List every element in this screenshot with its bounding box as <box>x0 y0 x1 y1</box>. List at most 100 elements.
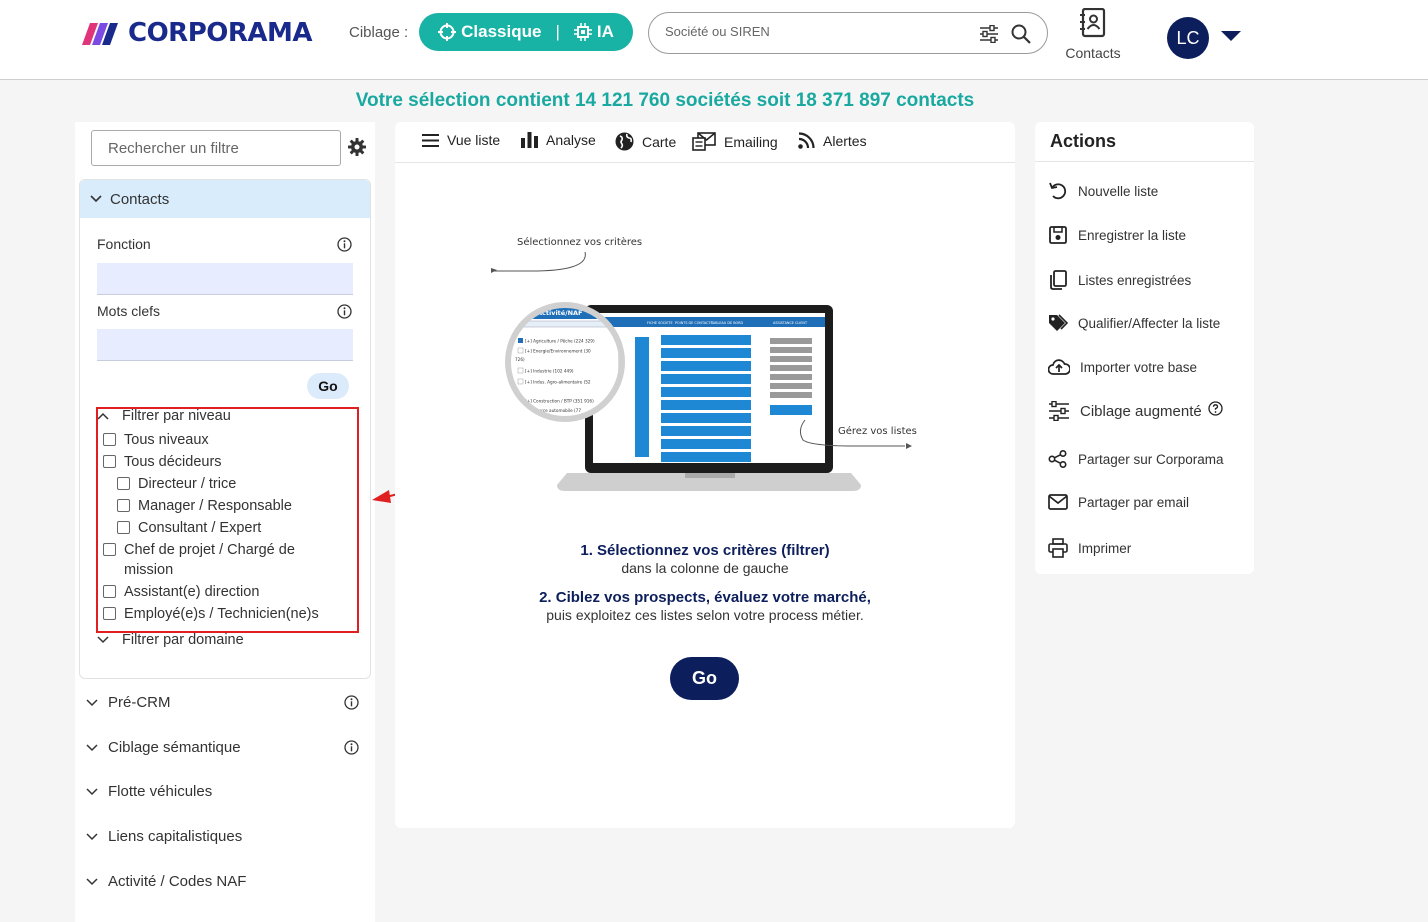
action-nouvelle-liste[interactable]: Nouvelle liste <box>1048 182 1254 200</box>
chevron-down-icon <box>86 877 98 885</box>
actions-panel: Actions Nouvelle liste Enregistrer la li… <box>1035 122 1254 574</box>
tab-alertes[interactable]: Alertes <box>798 132 867 149</box>
section-activite-codes-naf[interactable]: Activité / Codes NAF <box>86 873 366 890</box>
chevron-down-icon <box>86 698 98 706</box>
magnifier-item: [+] Industrie (102 449) <box>525 369 574 374</box>
laptop-illustration: Sélectionnez vos critères FICHE SOCIETE … <box>491 236 917 491</box>
contacts-link-label: Contacts <box>1065 45 1121 61</box>
list-icon <box>422 133 439 147</box>
filtrer-par-domaine-label: Filtrer par domaine <box>122 632 244 648</box>
magnifier-item: [+] Agriculture / Pêche (224 329) <box>525 339 595 344</box>
illustration-caption-top: Sélectionnez vos critères <box>517 236 642 248</box>
actions-title: Actions <box>1050 131 1117 151</box>
chevron-down-icon <box>90 195 102 203</box>
divider <box>1035 161 1254 162</box>
action-qualifier-affecter[interactable]: Qualifier/Affecter la liste <box>1048 314 1254 332</box>
info-icon[interactable] <box>337 304 352 319</box>
mots-clefs-label: Mots clefs <box>97 303 161 319</box>
logo-text: CORPORAMA <box>128 18 313 48</box>
main-content-panel: Vue liste Analyse Carte Emailing Alertes… <box>395 122 1015 828</box>
contacts-link[interactable]: Contacts <box>1058 7 1128 61</box>
illustration-caption-right: Gérez vos listes <box>838 425 917 437</box>
section-pre-crm[interactable]: Pré-CRM <box>86 694 366 711</box>
section-liens-capitalistiques[interactable]: Liens capitalistiques <box>86 828 366 845</box>
action-label: Ciblage augmenté <box>1080 402 1202 420</box>
user-menu-caret-icon[interactable] <box>1221 31 1241 41</box>
tab-label: Carte <box>642 133 677 150</box>
user-avatar[interactable]: LC <box>1167 17 1209 59</box>
info-icon[interactable] <box>344 695 359 710</box>
ciblage-ia-option[interactable]: IA <box>597 22 614 42</box>
address-book-icon <box>1080 7 1106 38</box>
action-enregistrer-liste[interactable]: Enregistrer la liste <box>1048 226 1254 244</box>
section-label: Ciblage sémantique <box>108 739 241 756</box>
section-ciblage-semantique[interactable]: Ciblage sémantique <box>86 739 366 756</box>
ciblage-classique-option[interactable]: Classique <box>461 22 541 42</box>
ciblage-separator: | <box>555 22 560 41</box>
chevron-down-icon <box>97 636 109 644</box>
copy-icon <box>1050 270 1067 290</box>
fonction-label: Fonction <box>97 236 151 252</box>
filtrer-par-domaine-toggle[interactable]: Filtrer par domaine <box>97 632 244 648</box>
magnifier-item: [+] Energie/Environnement (30 <box>525 349 591 354</box>
action-label: Listes enregistrées <box>1078 272 1192 288</box>
section-flotte-vehicules[interactable]: Flotte véhicules <box>86 783 366 800</box>
go-button[interactable]: Go <box>670 657 739 700</box>
highlight-box <box>96 407 359 633</box>
action-importer-base[interactable]: Importer votre base <box>1048 358 1254 376</box>
top-header: CORPORAMA Ciblage : Classique | IA Socié… <box>0 0 1428 80</box>
mots-clefs-input[interactable] <box>97 329 353 361</box>
search-icon[interactable] <box>1011 24 1031 44</box>
screen-header: FICHE SOCIETE <box>647 321 673 325</box>
help-icon[interactable] <box>1208 400 1223 416</box>
selection-summary: Votre sélection contient 14 121 760 soci… <box>355 90 975 111</box>
tab-label: Alertes <box>823 132 867 149</box>
info-icon[interactable] <box>344 740 359 755</box>
magnifier-item: [+] Construction / BTP (351 916) <box>525 399 594 404</box>
undo-icon <box>1049 182 1067 200</box>
tab-emailing[interactable]: Emailing <box>692 132 778 151</box>
ciblage-label: Ciblage : <box>349 24 409 41</box>
screen-header: POINTS DE CONTACTS <box>675 321 713 325</box>
save-icon <box>1049 226 1067 244</box>
step2-subtitle: puis exploitez ces listes selon votre pr… <box>546 607 864 623</box>
tab-label: Vue liste <box>447 132 501 148</box>
magnifier-item: 726) <box>515 357 525 362</box>
share-icon <box>1048 450 1067 468</box>
filter-settings-icon[interactable] <box>979 25 999 43</box>
action-label: Nouvelle liste <box>1078 183 1159 199</box>
section-label: Liens capitalistiques <box>108 828 243 845</box>
corporama-logo[interactable]: CORPORAMA <box>80 18 313 48</box>
cloud-upload-icon <box>1048 359 1070 375</box>
logo-mark-icon <box>82 23 118 45</box>
action-listes-enregistrees[interactable]: Listes enregistrées <box>1048 270 1254 290</box>
action-label: Enregistrer la liste <box>1078 227 1187 243</box>
chip-icon <box>573 23 592 41</box>
section-label: Activité / Codes NAF <box>108 873 247 890</box>
chevron-down-icon <box>86 832 98 840</box>
fonction-input[interactable] <box>97 263 353 295</box>
action-partager-corporama[interactable]: Partager sur Corporama <box>1048 450 1254 468</box>
step2-title: 2. Ciblez vos prospects, évaluez votre m… <box>539 589 871 606</box>
tab-carte[interactable]: Carte <box>615 132 676 151</box>
emailing-icon <box>692 132 716 151</box>
globe-icon <box>615 132 634 151</box>
step1-subtitle: dans la colonne de gauche <box>621 560 789 576</box>
info-icon[interactable] <box>337 237 352 252</box>
action-partager-email[interactable]: Partager par email <box>1048 494 1254 510</box>
company-search-input[interactable] <box>665 24 965 39</box>
contacts-section-header[interactable]: Contacts <box>80 180 370 218</box>
tab-vue-liste[interactable]: Vue liste <box>422 132 500 148</box>
go-filter-button[interactable]: Go <box>307 373 349 399</box>
tags-icon <box>1049 314 1068 331</box>
tab-label: Analyse <box>546 132 596 148</box>
filter-search-input[interactable] <box>91 130 341 166</box>
gear-icon[interactable] <box>348 138 366 156</box>
rss-icon <box>798 132 815 149</box>
step1-title: 1. Sélectionnez vos critères (filtrer) <box>580 542 830 559</box>
action-ciblage-augmente[interactable]: Ciblage augmenté <box>1048 400 1254 421</box>
tab-analyse[interactable]: Analyse <box>521 132 596 148</box>
chevron-down-icon <box>86 743 98 751</box>
ciblage-toggle[interactable]: Classique | IA <box>419 13 633 51</box>
action-imprimer[interactable]: Imprimer <box>1048 538 1254 558</box>
